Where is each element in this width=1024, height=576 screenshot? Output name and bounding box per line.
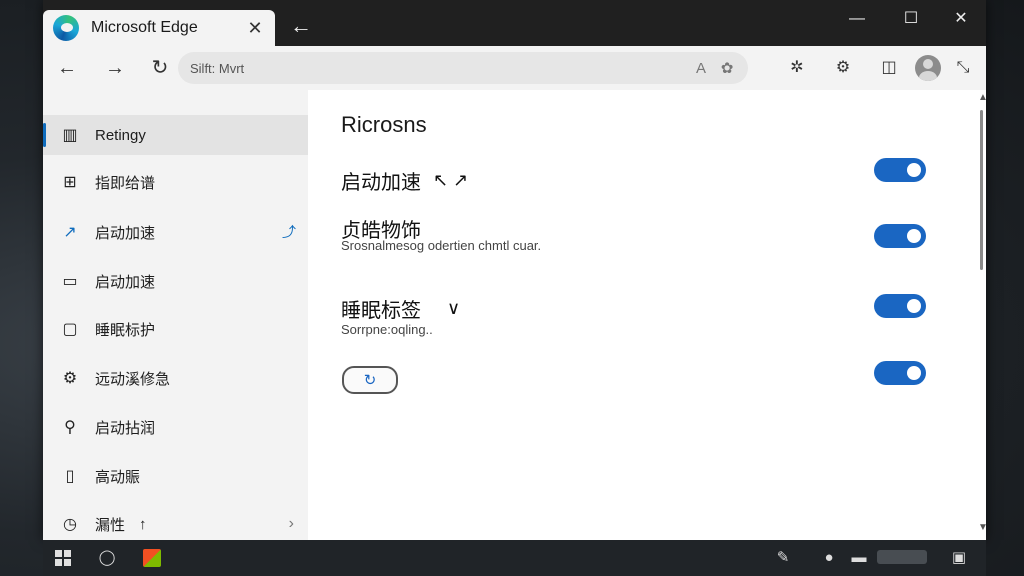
store-icon[interactable]: [143, 549, 161, 567]
search-icon[interactable]: ◯: [97, 548, 117, 568]
read-aloud-icon[interactable]: A: [688, 60, 714, 77]
navigation-toolbar: ← → ↻ Silft: Mvrt A ✿ ✲ ⚙ ◫ ⤡: [43, 46, 986, 90]
tab-title: Microsoft Edge: [91, 19, 198, 36]
close-window-button[interactable]: ✕: [944, 6, 978, 32]
battery-icon[interactable]: ▬: [849, 548, 869, 568]
edge-logo-icon: [53, 15, 79, 41]
setting-4-toggle[interactable]: [874, 361, 926, 385]
tab-close-icon[interactable]: ✕: [243, 16, 267, 40]
link-arrow-icon[interactable]: ↖ ↗: [433, 170, 468, 191]
sidebar-item-5[interactable]: ▢ 睡眠标护: [43, 309, 308, 349]
arrow-up-icon: ↑: [139, 515, 147, 533]
setting-label: 睡眠标签: [341, 300, 421, 322]
notification-icon[interactable]: ▣: [949, 548, 969, 568]
avatar[interactable]: [915, 55, 941, 81]
sidebar-item-8[interactable]: ▯ 高动賑: [43, 456, 308, 496]
search-icon: ⚲: [64, 419, 76, 436]
scrollbar-thumb[interactable]: [980, 110, 983, 270]
sidebar-item-6[interactable]: ⚙ 远动溪修急: [43, 358, 308, 398]
scrollbar[interactable]: ▲ ▼: [978, 90, 988, 540]
refresh-button[interactable]: ↻: [146, 54, 174, 82]
setting-1-toggle[interactable]: [874, 158, 926, 182]
square-icon: ▢: [62, 321, 78, 338]
sidebar-item-label: 远动溪修急: [95, 370, 171, 388]
taskbar: ◯ ✎ ● ▬ ▣: [43, 540, 986, 576]
start-icon[interactable]: [55, 550, 71, 566]
settings-content: Ricrosns 启动加速 ↖ ↗ 贞皓物饰 Srosnalmesog oder…: [308, 90, 988, 540]
forward-button[interactable]: →: [101, 54, 129, 82]
setting-3-title: 睡眠标签 ∨: [341, 294, 460, 323]
setting-3-toggle[interactable]: [874, 294, 926, 318]
sidebar-item-7[interactable]: ⚲ 启动拈润: [43, 407, 308, 447]
grid-icon: ⊞: [63, 174, 77, 191]
settings-sidebar: ▥ Retingy ⊞ 指即给谱 ↗ 启动加速 ⤴ ▭ 启动加速 ▢ 睡眠标护 …: [43, 90, 308, 540]
setting-3-description: Sorrpne:oqling..: [341, 322, 433, 337]
collections-icon[interactable]: ◫: [877, 56, 901, 80]
sidebar-item-label: 睡眠标护: [95, 321, 156, 339]
sidebar-item-label: 指即给谱: [95, 174, 156, 192]
sidebar-item-4[interactable]: ▭ 启动加速: [43, 261, 308, 301]
favorites-icon[interactable]: ✿: [714, 59, 740, 77]
setting-2-description: Srosnalmesog odertien chmtl cuar.: [341, 238, 542, 253]
settings-icon[interactable]: ⚙: [831, 56, 855, 80]
trend-icon: ↗: [63, 224, 77, 241]
chevron-right-icon[interactable]: ›: [289, 515, 294, 533]
page-title: Ricrosns: [341, 112, 427, 137]
setting-1-title: 启动加速 ↖ ↗: [341, 166, 468, 195]
sync-icon: ↻: [363, 372, 377, 389]
sidebar-item-label: 启动拈润: [95, 419, 156, 437]
file-icon: ▯: [65, 468, 75, 485]
back-button[interactable]: ←: [53, 54, 81, 82]
minimize-button[interactable]: —: [840, 6, 874, 32]
extensions-icon[interactable]: ✲: [785, 56, 809, 80]
chevron-down-icon[interactable]: ∨: [447, 298, 460, 319]
sidebar-item-label: 高动賑: [95, 468, 141, 486]
pen-icon[interactable]: ✎: [773, 548, 793, 568]
title-bar: Microsoft Edge ✕ ← — ☐ ✕: [43, 0, 986, 46]
image-icon: ▭: [62, 273, 78, 290]
address-text: Silft: Mvrt: [190, 60, 245, 76]
document-icon: ▥: [62, 127, 78, 144]
sidebar-item-2[interactable]: ⊞ 指即给谱: [43, 162, 308, 202]
sidebar-item-label: Retingy: [95, 126, 146, 144]
browser-tab[interactable]: Microsoft Edge ✕: [43, 10, 275, 46]
scroll-down-icon[interactable]: ▼: [978, 522, 988, 533]
pin-icon: ⤴: [282, 224, 296, 240]
gear-icon: ⚙: [62, 370, 78, 387]
sidebar-item-9[interactable]: ◷ 漏性 ↑ ›: [43, 504, 308, 544]
clock[interactable]: [877, 550, 927, 564]
sidebar-item-label: 漏性: [95, 516, 126, 534]
back-arrow-icon[interactable]: ←: [289, 14, 313, 38]
record-icon[interactable]: ●: [819, 548, 839, 568]
sidebar-item-label: 启动加速: [95, 224, 156, 242]
more-icon[interactable]: ⤡: [951, 56, 975, 80]
setting-label: 启动加速: [341, 172, 421, 194]
clock-icon: ◷: [63, 516, 77, 533]
browser-window: Microsoft Edge ✕ ← — ☐ ✕ ← → ↻ Silft: Mv…: [43, 0, 988, 540]
maximize-button[interactable]: ☐: [894, 6, 928, 32]
sidebar-item-retingy[interactable]: ▥ Retingy: [43, 115, 308, 155]
address-bar[interactable]: Silft: Mvrt A ✿: [178, 52, 748, 84]
sidebar-item-label: 启动加速: [95, 273, 156, 291]
sidebar-item-3[interactable]: ↗ 启动加速 ⤴: [43, 212, 308, 252]
sync-button[interactable]: ↻: [342, 366, 398, 394]
setting-2-toggle[interactable]: [874, 224, 926, 248]
scroll-up-icon[interactable]: ▲: [978, 92, 988, 103]
